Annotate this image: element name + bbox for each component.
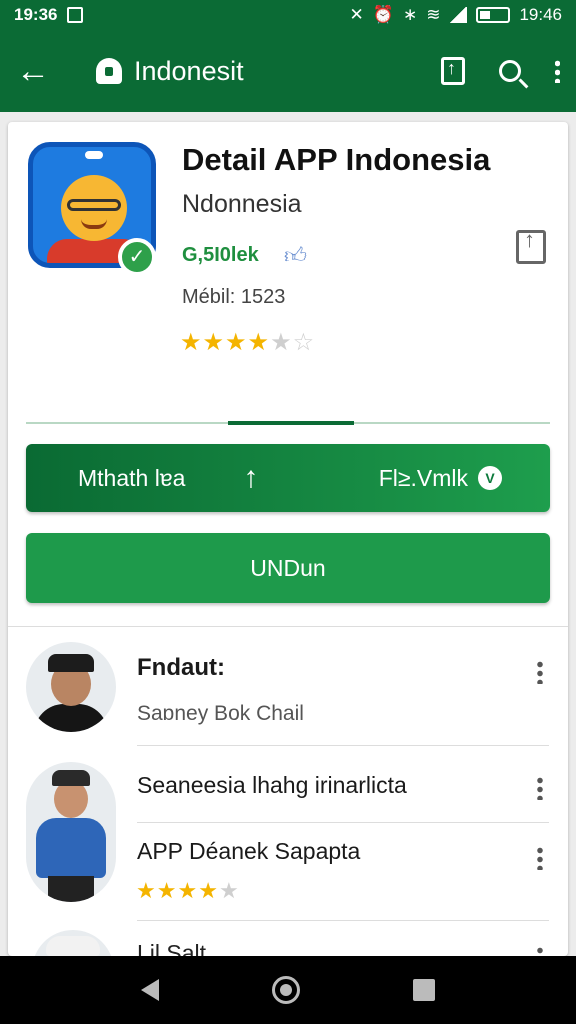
signal-icon <box>449 7 468 23</box>
alarm-icon: ⏰ <box>372 5 394 24</box>
status-time: 19:36 <box>14 5 58 24</box>
status-bar: 19:36 ✕ ⏰ ∗ ≋ 19:46 <box>0 0 576 30</box>
system-nav-bar <box>0 956 576 1024</box>
star-icon: ★ <box>247 329 271 356</box>
list-divider <box>8 626 568 627</box>
app-title: Detail APP Indonesia <box>182 142 491 177</box>
star-icon: ★ <box>198 878 219 903</box>
verified-check-icon: ✓ <box>118 238 156 276</box>
nav-home-icon[interactable] <box>271 976 300 1004</box>
mute-icon: ✕ <box>349 5 364 24</box>
image-icon <box>67 7 84 23</box>
battery-icon <box>476 7 511 23</box>
action-left-label[interactable]: Mthath lɐa <box>78 465 185 492</box>
nav-back-icon[interactable] <box>140 979 159 1001</box>
review-text-partial: Lil Salt... <box>137 940 226 956</box>
action-bar[interactable]: Mthath lɐa ↑ Fl≥.Vmlk V <box>26 444 550 512</box>
star-icon: ★ <box>136 878 157 903</box>
bluetooth-icon: ∗ <box>402 5 418 24</box>
more-icon[interactable] <box>537 846 543 870</box>
share-icon[interactable] <box>441 57 465 85</box>
play-icon: V <box>478 466 502 490</box>
tab-indicator <box>228 421 354 425</box>
star-icon: ★ <box>202 329 226 356</box>
star-empty-icon: ★ <box>218 878 240 903</box>
thumbs-up-icon[interactable]: 👍︎ <box>284 242 307 269</box>
status-clock-right: 19:46 <box>519 5 562 24</box>
review-subtitle: Saɒney Bok Chail <box>137 702 304 725</box>
more-icon[interactable] <box>537 660 543 684</box>
back-arrow-icon[interactable]: ← <box>16 54 60 88</box>
avatar[interactable] <box>26 642 116 732</box>
app-bar: ← Indonesit <box>0 30 576 112</box>
action-right-button[interactable]: Fl≥.Vmlk V <box>379 465 502 492</box>
app-tag: G,5I0lek <box>182 244 259 266</box>
app-developer[interactable]: Ndonnesia <box>182 190 302 219</box>
upload-arrow-icon[interactable]: ↑ <box>243 461 258 495</box>
more-icon[interactable] <box>537 946 543 956</box>
wifi-icon: ≋ <box>426 5 441 24</box>
review-rating-stars: ★★★★★ <box>136 878 240 904</box>
more-icon[interactable] <box>537 776 543 800</box>
share-icon[interactable] <box>516 227 546 264</box>
star-icon: ★ <box>225 329 248 356</box>
app-meta: Mébil: 1523 <box>182 286 286 308</box>
nav-recents-icon[interactable] <box>413 979 436 1001</box>
avatar[interactable] <box>32 930 114 956</box>
star-icon: ★ <box>177 878 199 903</box>
app-detail-card: ✓ Detail APP Indonesia Ndonnesia G,5I0le… <box>8 122 568 956</box>
install-button[interactable]: UNDun <box>26 533 550 603</box>
avatar[interactable] <box>26 762 116 902</box>
more-icon[interactable] <box>555 59 560 83</box>
review-text: Seaneesia lhahg irinarlicta <box>137 772 407 798</box>
app-bar-title: Indonesit <box>134 55 244 86</box>
row-divider <box>137 822 549 823</box>
star-empty-icon: ★ <box>270 329 293 356</box>
star-empty-icon: ☆ <box>292 329 316 356</box>
row-divider <box>137 920 549 921</box>
search-icon[interactable] <box>499 60 521 82</box>
review-author: Fndaut: <box>137 654 225 681</box>
review-title: APP Déanek Sapapta <box>137 838 361 864</box>
row-divider <box>137 745 549 746</box>
home-icon[interactable] <box>96 58 122 84</box>
app-rating-stars: ★★★★★☆ <box>180 328 315 357</box>
action-right-label: Fl≥.Vmlk <box>378 464 468 491</box>
star-icon: ★ <box>156 878 178 903</box>
star-icon: ★ <box>180 329 203 356</box>
